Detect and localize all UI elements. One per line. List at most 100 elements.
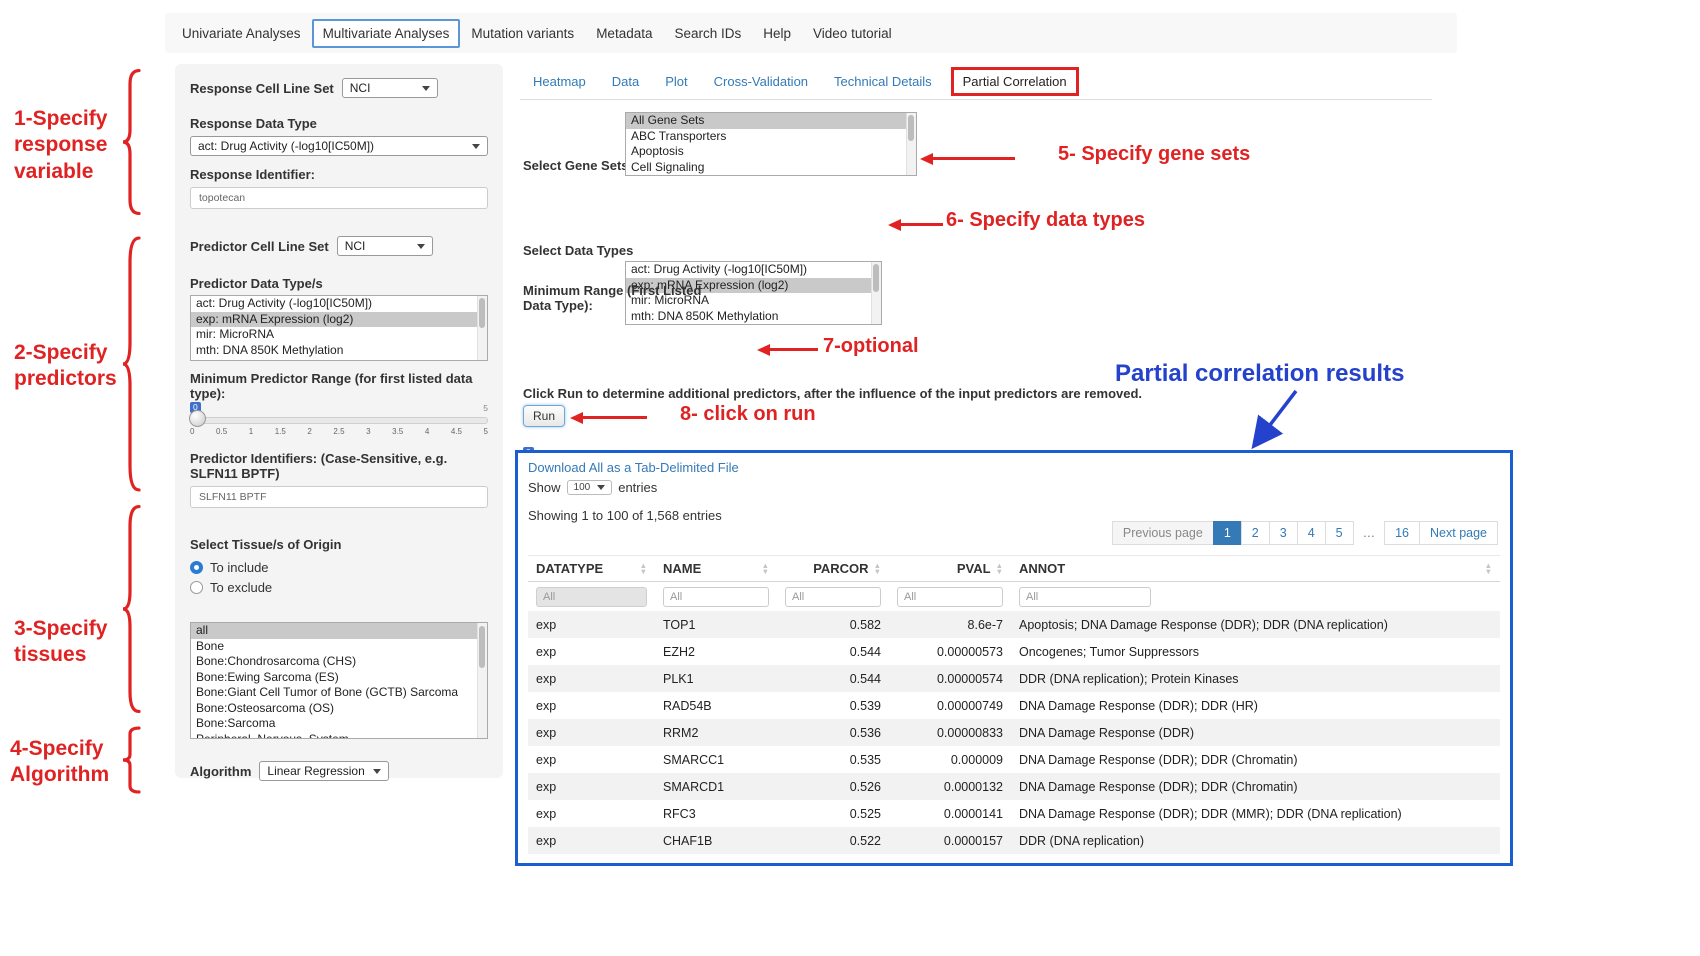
table-row[interactable]: exp CHAF1B 0.522 0.0000157 DDR (DNA repl…: [528, 827, 1500, 854]
response-data-type-select[interactable]: act: Drug Activity (-log10[IC50M]): [190, 136, 488, 156]
radio-exclude[interactable]: [190, 581, 203, 594]
list-option[interactable]: all: [191, 623, 487, 639]
page-button[interactable]: 2: [1241, 521, 1270, 545]
run-button[interactable]: Run: [523, 405, 565, 427]
list-option[interactable]: mth: DNA 850K Methylation: [191, 343, 487, 359]
result-tab[interactable]: Technical Details: [821, 68, 945, 95]
list-option[interactable]: Bone: [191, 639, 487, 655]
list-option[interactable]: act: Drug Activity (-log10[IC50M]): [191, 296, 487, 312]
page-size-select[interactable]: 100: [567, 480, 613, 495]
page-button[interactable]: Next page: [1419, 521, 1498, 545]
cell-annot: DDR (DNA replication): [1011, 834, 1500, 848]
sort-icon[interactable]: ▲▼: [1485, 563, 1492, 574]
table-row[interactable]: exp RAD54B 0.539 0.00000749 DNA Damage R…: [528, 692, 1500, 719]
list-option[interactable]: Apoptosis: [626, 144, 916, 160]
filter-datatype-input[interactable]: [536, 587, 647, 607]
page-button[interactable]: 1: [1213, 521, 1242, 545]
column-header[interactable]: DATATYPE ▲▼: [528, 555, 655, 582]
page-button[interactable]: …: [1353, 522, 1386, 544]
nav-item[interactable]: Multivariate Analyses: [312, 19, 461, 48]
nav-item[interactable]: Mutation variants: [460, 19, 585, 48]
slider-handle[interactable]: [189, 410, 206, 427]
scrollbar[interactable]: [871, 262, 881, 324]
annotation-step2: 2-Specify predictors: [14, 340, 128, 393]
tissue-list[interactable]: allBoneBone:Chondrosarcoma (CHS)Bone:Ewi…: [190, 622, 488, 739]
sort-icon[interactable]: ▲▼: [762, 563, 769, 574]
slider-track[interactable]: [190, 417, 488, 424]
list-option[interactable]: Bone:Osteosarcoma (OS): [191, 701, 487, 717]
table-row[interactable]: exp RRM2 0.536 0.00000833 DNA Damage Res…: [528, 719, 1500, 746]
table-row[interactable]: exp EZH2 0.544 0.00000573 Oncogenes; Tum…: [528, 638, 1500, 665]
page-button[interactable]: Previous page: [1112, 521, 1214, 545]
list-option[interactable]: Peripheral_Nervous_System: [191, 732, 487, 740]
table-row[interactable]: exp SMARCD1 0.526 0.0000132 DNA Damage R…: [528, 773, 1500, 800]
list-option[interactable]: Bone:Sarcoma: [191, 716, 487, 732]
predictor-data-types-list[interactable]: act: Drug Activity (-log10[IC50M])exp: m…: [190, 295, 488, 361]
brace-step2: [120, 230, 142, 498]
gene-sets-list[interactable]: All Gene SetsABC TransportersApoptosisCe…: [625, 112, 917, 176]
list-option[interactable]: Cell Signaling: [626, 160, 916, 176]
page-button[interactable]: 4: [1297, 521, 1326, 545]
predictor-cell-line-set-select[interactable]: NCI: [337, 236, 433, 256]
list-option[interactable]: Bone:Chondrosarcoma (CHS): [191, 654, 487, 670]
slider-tick: 4.5: [451, 427, 462, 436]
sort-icon[interactable]: ▲▼: [874, 563, 881, 574]
filter-pval-input[interactable]: [897, 587, 1003, 607]
page-button[interactable]: 3: [1269, 521, 1298, 545]
tissue-exclude-option[interactable]: To exclude: [190, 580, 488, 595]
list-option[interactable]: ABC Transporters: [626, 129, 916, 145]
algorithm-select[interactable]: Linear Regression: [259, 761, 389, 781]
nav-item[interactable]: Univariate Analyses: [171, 19, 312, 48]
list-option[interactable]: All Gene Sets: [626, 113, 916, 129]
download-link[interactable]: Download All as a Tab-Delimited File: [528, 460, 739, 475]
scrollbar[interactable]: [477, 623, 487, 738]
result-tab[interactable]: Partial Correlation: [951, 67, 1079, 96]
cell-pval: 0.0000132: [889, 780, 1011, 794]
nav-item[interactable]: Search IDs: [663, 19, 752, 48]
column-header[interactable]: PARCOR ▲▼: [777, 555, 889, 582]
response-identifier-input[interactable]: topotecan: [190, 187, 488, 209]
arrow-data-types: [888, 218, 943, 231]
result-tab[interactable]: Heatmap: [520, 68, 599, 95]
top-navigation: Univariate AnalysesMultivariate Analyses…: [165, 13, 1457, 53]
table-row[interactable]: exp RFC3 0.525 0.0000141 DNA Damage Resp…: [528, 800, 1500, 827]
column-header[interactable]: ANNOT ▲▼: [1011, 555, 1500, 582]
min-predictor-range-slider[interactable]: 0 5 00.511.522.533.544.55: [190, 405, 488, 439]
nav-item[interactable]: Metadata: [585, 19, 663, 48]
page-button[interactable]: 16: [1384, 521, 1420, 545]
response-cell-line-set-label: Response Cell Line Set: [190, 81, 334, 96]
table-row[interactable]: exp PLK1 0.544 0.00000574 DDR (DNA repli…: [528, 665, 1500, 692]
slider-tick: 0.5: [216, 427, 227, 436]
response-cell-line-set-select[interactable]: NCI: [342, 78, 438, 98]
sort-icon[interactable]: ▲▼: [640, 563, 647, 574]
column-header[interactable]: PVAL ▲▼: [889, 555, 1011, 582]
filter-parcor-input[interactable]: [785, 587, 881, 607]
filter-annot-input[interactable]: [1019, 587, 1151, 607]
result-tab[interactable]: Data: [599, 68, 652, 95]
result-tab[interactable]: Plot: [652, 68, 700, 95]
predictor-identifiers-label: Predictor Identifiers: (Case-Sensitive, …: [190, 451, 488, 481]
tissue-include-option[interactable]: To include: [190, 560, 488, 575]
radio-include[interactable]: [190, 561, 203, 574]
filter-name-input[interactable]: [663, 587, 769, 607]
list-option[interactable]: Bone:Ewing Sarcoma (ES): [191, 670, 487, 686]
scrollbar[interactable]: [906, 113, 916, 175]
nav-item[interactable]: Video tutorial: [802, 19, 903, 48]
cell-datatype: exp: [528, 618, 655, 632]
nav-item[interactable]: Help: [752, 19, 802, 48]
predictor-identifiers-input[interactable]: SLFN11 BPTF: [190, 486, 488, 508]
page-button[interactable]: 5: [1325, 521, 1354, 545]
list-option[interactable]: Bone:Giant Cell Tumor of Bone (GCTB) Sar…: [191, 685, 487, 701]
list-option[interactable]: mir: MicroRNA: [191, 327, 487, 343]
scrollbar[interactable]: [477, 296, 487, 360]
sort-icon[interactable]: ▲▼: [996, 563, 1003, 574]
list-option[interactable]: exp: mRNA Expression (log2): [191, 312, 487, 328]
min-predictor-range-label: Minimum Predictor Range (for first liste…: [190, 371, 488, 401]
table-row[interactable]: exp SMARCC1 0.535 0.000009 DNA Damage Re…: [528, 746, 1500, 773]
result-tab[interactable]: Cross-Validation: [701, 68, 821, 95]
algorithm-label: Algorithm: [190, 764, 251, 779]
table-row[interactable]: exp TOP1 0.582 8.6e-7 Apoptosis; DNA Dam…: [528, 611, 1500, 638]
list-option[interactable]: act: Drug Activity (-log10[IC50M]): [626, 262, 881, 278]
column-header[interactable]: NAME ▲▼: [655, 555, 777, 582]
cell-datatype: exp: [528, 645, 655, 659]
